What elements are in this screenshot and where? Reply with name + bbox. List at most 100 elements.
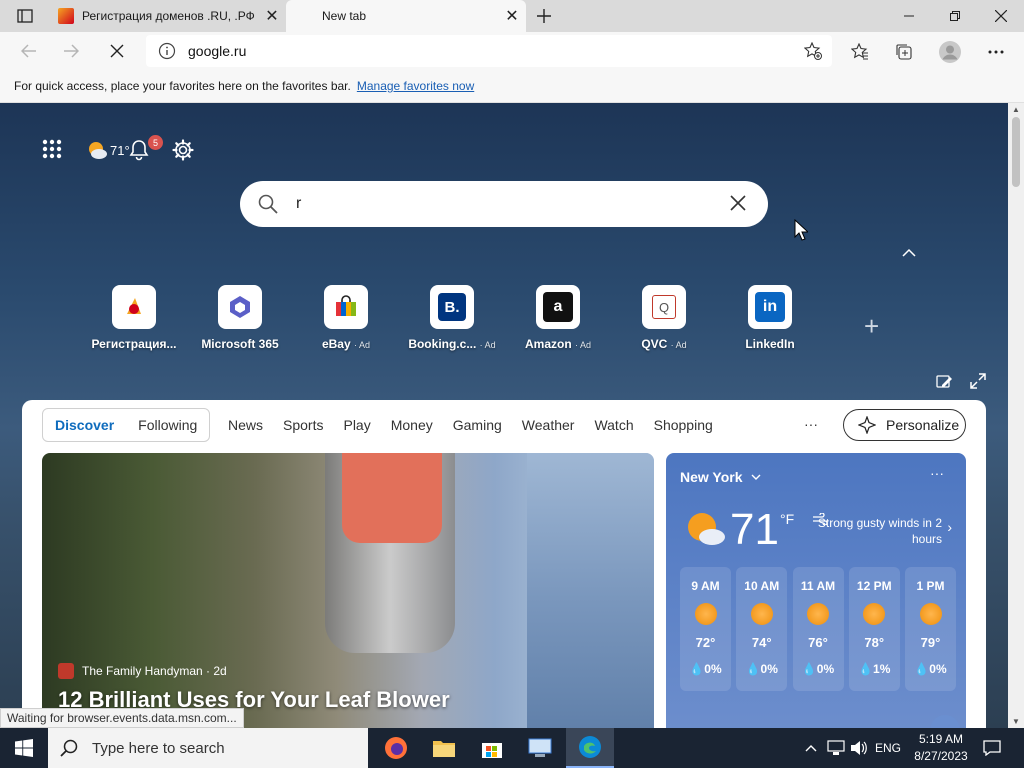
taskbar-search[interactable]: Type here to search [48,728,368,768]
tab-close-icon[interactable]: ✕ [498,2,526,30]
weather-mini-button[interactable]: 71° [86,139,130,161]
quick-link-ebay[interactable]: eBay · Ad [292,283,400,353]
pivot-discover[interactable]: Discover [43,417,126,433]
registration-site-icon [112,285,156,329]
action-center-button[interactable] [980,728,1004,768]
chevron-right-icon[interactable]: › [947,519,952,535]
edge-taskbar-button[interactable] [566,728,614,768]
linkedin-icon: in [748,285,792,329]
ad-label: · Ad [479,340,496,350]
start-button[interactable] [0,728,48,768]
close-window-button[interactable] [978,0,1024,32]
weather-card[interactable]: New York ··· 71 °F Strong gusty winds in… [666,453,966,728]
ad-label: · Ad [670,340,687,350]
hour-forecast[interactable]: 10 AM 74° 💧0% [736,567,788,691]
hour-time: 12 PM [856,579,892,593]
address-bar[interactable]: google.ru [146,35,832,67]
hour-time: 1 PM [916,579,945,593]
favorites-icon [851,43,868,60]
notification-badge: 5 [148,135,163,150]
new-tab-button[interactable] [530,4,558,28]
store-taskbar-button[interactable] [468,728,516,768]
clock[interactable]: 5:19 AM 8/27/2023 [906,731,976,765]
sunny-icon [863,603,886,625]
settings-more-button[interactable] [982,38,1010,66]
tab-watch[interactable]: Watch [584,417,643,433]
volume-tray-button[interactable] [848,728,870,768]
weather-alert[interactable]: Strong gusty winds in 2 hours [812,515,942,547]
clear-search-icon[interactable] [730,195,746,211]
tab-weather[interactable]: Weather [512,417,585,433]
minimize-button[interactable] [886,0,932,32]
chevron-up-icon[interactable] [902,248,916,258]
scroll-up-arrow-icon[interactable]: ▲ [1012,105,1020,114]
notifications-bell-icon[interactable] [128,139,150,161]
network-app-taskbar-button[interactable] [516,728,564,768]
hour-precip: 💧0% [914,662,947,676]
file-explorer-taskbar-button[interactable] [420,728,468,768]
add-quick-link-button[interactable]: + [864,311,879,342]
vertical-scrollbar[interactable]: ▲ ▼ [1008,103,1024,728]
back-button[interactable] [14,36,44,66]
language-indicator[interactable]: ENG [872,728,904,768]
hour-temp: 76° [808,635,828,650]
tab-money[interactable]: Money [381,417,443,433]
search-icon [258,194,278,214]
quick-link-linkedin[interactable]: in LinkedIn [716,283,824,353]
tab-close-icon[interactable]: ✕ [258,2,286,30]
stop-button[interactable] [102,36,132,66]
tray-overflow-button[interactable] [800,728,822,768]
ad-label: · Ad [354,340,371,350]
quick-link-qvc[interactable]: Q QVC · Ad [610,283,718,353]
notification-center-icon [983,740,1001,756]
tab-new-tab[interactable]: New tab ✕ [286,0,526,32]
hour-forecast[interactable]: 12 PM 78° 💧1% [848,567,900,691]
tab-actions-button[interactable] [8,4,42,28]
publisher-logo-icon [58,663,74,679]
pivot-following[interactable]: Following [126,417,209,433]
tab-play[interactable]: Play [333,417,380,433]
expand-icon[interactable] [970,373,986,389]
scroll-down-arrow-icon[interactable]: ▼ [1012,717,1020,726]
scrollbar-thumb[interactable] [1012,117,1020,187]
add-favorite-icon[interactable] [804,42,822,60]
address-url[interactable]: google.ru [188,43,246,59]
manage-favorites-link[interactable]: Manage favorites now [357,79,474,93]
quick-link-microsoft365[interactable]: Microsoft 365 [186,283,294,353]
tab-title: Регистрация доменов .RU, .РФ у [82,9,258,23]
web-search-box[interactable] [240,181,768,227]
tab-sports[interactable]: Sports [273,417,333,433]
feed-more-button[interactable]: ··· [804,416,818,432]
quick-link-booking[interactable]: B. Booking.c... · Ad [398,283,506,353]
hour-forecast[interactable]: 11 AM 76° 💧0% [792,567,844,691]
profile-button[interactable] [936,38,964,66]
forward-button[interactable] [56,36,86,66]
search-input[interactable] [296,195,716,213]
quick-link-label: QVC [641,337,668,351]
hero-article-card[interactable]: The Family Handyman · 2d 12 Brilliant Us… [42,453,654,728]
hour-forecast[interactable]: 9 AM 72° 💧0% [680,567,731,691]
favorites-button[interactable] [846,38,874,66]
tab-gaming[interactable]: Gaming [443,417,512,433]
personalize-button[interactable]: Personalize [843,409,966,441]
gear-icon[interactable] [172,139,194,161]
weather-location[interactable]: New York [680,469,761,485]
sunny-icon [919,603,942,625]
hour-forecast[interactable]: 1 PM 79° 💧0% [905,567,956,691]
restore-button[interactable] [932,0,978,32]
edit-background-icon[interactable] [936,373,952,389]
tab-shopping[interactable]: Shopping [644,417,723,433]
app-launcher-icon[interactable] [42,139,62,159]
quick-link-registration[interactable]: Регистрация... [80,283,188,353]
collections-button[interactable] [890,38,918,66]
weather-unit: °F [780,511,795,527]
tab-news[interactable]: News [218,417,273,433]
weather-more-button[interactable]: ··· [930,465,944,481]
weather-slider-button[interactable] [930,715,960,728]
news-feed: Discover Following News Sports Play Mone… [22,400,986,728]
network-tray-button[interactable] [824,728,848,768]
quick-link-amazon[interactable]: a Amazon · Ad [504,283,612,353]
firefox-taskbar-button[interactable] [372,728,420,768]
info-icon[interactable] [158,42,176,60]
tab-domains[interactable]: Регистрация доменов .RU, .РФ у ✕ [48,0,286,32]
